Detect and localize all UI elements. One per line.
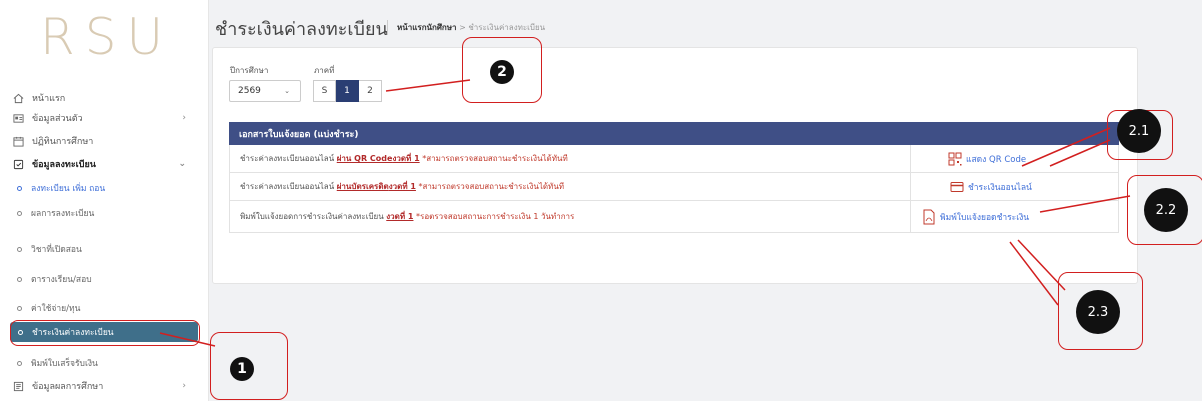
credit-card-icon	[950, 181, 964, 192]
pdf-icon	[923, 209, 935, 224]
circle-bullet-icon	[17, 276, 22, 282]
annotation-badge-2-3: 2.3	[1076, 290, 1120, 334]
pay-online-button[interactable]: ชำระเงินออนไลน์	[950, 180, 1032, 194]
sidebar-subitem-results[interactable]: ผลการลงทะเบียน	[0, 201, 208, 225]
id-card-icon	[12, 112, 24, 124]
page-title: ชำระเงินค่าลงทะเบียน	[215, 19, 388, 40]
annotation-badge-2-2: 2.2	[1144, 188, 1188, 232]
breadcrumb: หน้าแรกนักศึกษา > ชำระเงินค่าลงทะเบียน	[397, 21, 545, 34]
home-icon	[12, 92, 24, 104]
annotation-badge-2: 2	[490, 60, 514, 84]
sidebar-item-profile[interactable]: ข้อมูลส่วนตัว ›	[0, 106, 208, 130]
row-text: พิมพ์ใบแจ้งยอดการชำระเงินค่าลงทะเบียน	[240, 212, 384, 221]
table-row: ชำระค่าลงทะเบียนออนไลน์ ผ่านบัตรเครดิตงว…	[229, 173, 1119, 201]
circle-bullet-icon	[17, 360, 22, 366]
column-divider	[910, 173, 911, 200]
row-method: ผ่านบัตรเครดิต	[336, 182, 389, 191]
table-row: พิมพ์ใบแจ้งยอดการชำระเงินค่าลงทะเบียน งว…	[229, 201, 1119, 233]
header-divider	[387, 20, 388, 35]
sidebar-item-grades[interactable]: ข้อมูลผลการศึกษา ›	[0, 374, 208, 398]
row-method: ผ่าน QR Code	[336, 154, 393, 163]
chevron-down-icon: ⌄	[178, 159, 186, 169]
term-label: ภาคที่	[314, 66, 335, 75]
sidebar-subitem-label: พิมพ์ใบเสร็จรับเงิน	[31, 359, 98, 369]
sidebar-subitem-receipt[interactable]: พิมพ์ใบเสร็จรับเงิน	[0, 351, 208, 375]
sidebar-subitem-label: ผลการลงทะเบียน	[31, 209, 95, 219]
sidebar-item-calendar[interactable]: ปฏิทินการศึกษา	[0, 129, 208, 153]
sidebar-subitem-label: ลงทะเบียน เพิ่ม ถอน	[31, 184, 106, 194]
annotation-badge-1: 1	[230, 357, 254, 381]
annotation-badge-2-1: 2.1	[1117, 109, 1161, 153]
circle-bullet-icon	[17, 246, 22, 252]
row-text: ชำระค่าลงทะเบียนออนไลน์	[240, 154, 335, 163]
breadcrumb-current: ชำระเงินค่าลงทะเบียน	[468, 23, 546, 32]
row-description: ชำระค่าลงทะเบียนออนไลน์ ผ่านบัตรเครดิตงว…	[240, 180, 564, 193]
sidebar-subitem-label: ตารางเรียน/สอบ	[31, 275, 92, 285]
register-icon	[12, 158, 24, 170]
breadcrumb-home-link[interactable]: หน้าแรกนักศึกษา	[397, 23, 457, 32]
sidebar-subitem-label: ค่าใช้จ่าย/ทุน	[31, 304, 81, 314]
circle-bullet-icon	[17, 210, 22, 216]
term-button-s[interactable]: S	[313, 80, 336, 102]
row-installment: งวดที่ 1	[388, 182, 416, 191]
row-description: ชำระค่าลงทะเบียนออนไลน์ ผ่าน QR Codeงวดท…	[240, 152, 568, 165]
table-row: ชำระค่าลงทะเบียนออนไลน์ ผ่าน QR Codeงวดท…	[229, 145, 1119, 173]
row-note: *สามารถตรวจสอบสถานะชำระเงินได้ทันที	[418, 182, 565, 191]
row-note: *สามารถตรวจสอบสถานะชำระเงินได้ทันที	[422, 154, 568, 163]
sidebar-subitem-expenses[interactable]: ค่าใช้จ่าย/ทุน	[0, 296, 208, 320]
table-header: เอกสารใบแจ้งยอด (แบ่งชำระ)	[229, 122, 1119, 145]
column-divider	[910, 201, 911, 232]
row-description: พิมพ์ใบแจ้งยอดการชำระเงินค่าลงทะเบียน งว…	[240, 210, 574, 223]
show-qr-code-button[interactable]: แสดง QR Code	[948, 152, 1026, 166]
sidebar-item-label: ข้อมูลส่วนตัว	[32, 114, 83, 124]
qr-code-icon	[948, 152, 962, 165]
chevron-right-icon: ›	[182, 381, 186, 391]
row-installment: งวดที่ 1	[386, 212, 414, 221]
sidebar-item-registration[interactable]: ข้อมูลลงทะเบียน ⌄	[0, 152, 208, 176]
row-installment: งวดที่ 1	[392, 154, 420, 163]
sidebar-item-label: หน้าแรก	[32, 94, 66, 104]
grades-icon	[12, 380, 24, 392]
sidebar-subitem-courses[interactable]: วิชาที่เปิดสอน	[0, 237, 208, 261]
sidebar-item-label: ข้อมูลผลการศึกษา	[32, 382, 104, 392]
rsu-logo: RSU	[40, 8, 174, 66]
term-button-1[interactable]: 1	[336, 80, 359, 102]
year-select[interactable]: 2569 ⌄	[229, 80, 301, 102]
highlight-payment-menu	[10, 320, 200, 346]
row-note: *รอตรวจสอบสถานะการชำระเงิน 1 วันทำการ	[416, 212, 575, 221]
term-button-2[interactable]: 2	[359, 80, 382, 102]
print-invoice-button[interactable]: พิมพ์ใบแจ้งยอดชำระเงิน	[922, 209, 1029, 225]
row-text: ชำระค่าลงทะเบียนออนไลน์	[240, 182, 335, 191]
action-label: แสดง QR Code	[966, 154, 1027, 165]
action-label: ชำระเงินออนไลน์	[968, 182, 1032, 193]
circle-bullet-icon	[17, 305, 22, 311]
breadcrumb-separator: >	[459, 23, 466, 32]
sidebar-item-label: ปฏิทินการศึกษา	[32, 137, 94, 147]
chevron-right-icon: ›	[182, 113, 186, 123]
chevron-down-icon: ⌄	[284, 87, 290, 95]
year-label: ปีการศึกษา	[230, 66, 269, 75]
sidebar-subitem-schedule[interactable]: ตารางเรียน/สอบ	[0, 267, 208, 291]
term-toggle-group: S 1 2	[313, 80, 382, 102]
column-divider	[910, 145, 911, 172]
sidebar-subitem-label: วิชาที่เปิดสอน	[31, 245, 82, 255]
sidebar-subitem-add-drop[interactable]: ลงทะเบียน เพิ่ม ถอน	[0, 176, 208, 200]
year-value: 2569	[238, 86, 261, 96]
action-label: พิมพ์ใบแจ้งยอดชำระเงิน	[940, 212, 1030, 223]
sidebar-item-label: ข้อมูลลงทะเบียน	[32, 160, 96, 170]
calendar-icon	[12, 135, 24, 147]
circle-bullet-icon	[17, 185, 22, 191]
